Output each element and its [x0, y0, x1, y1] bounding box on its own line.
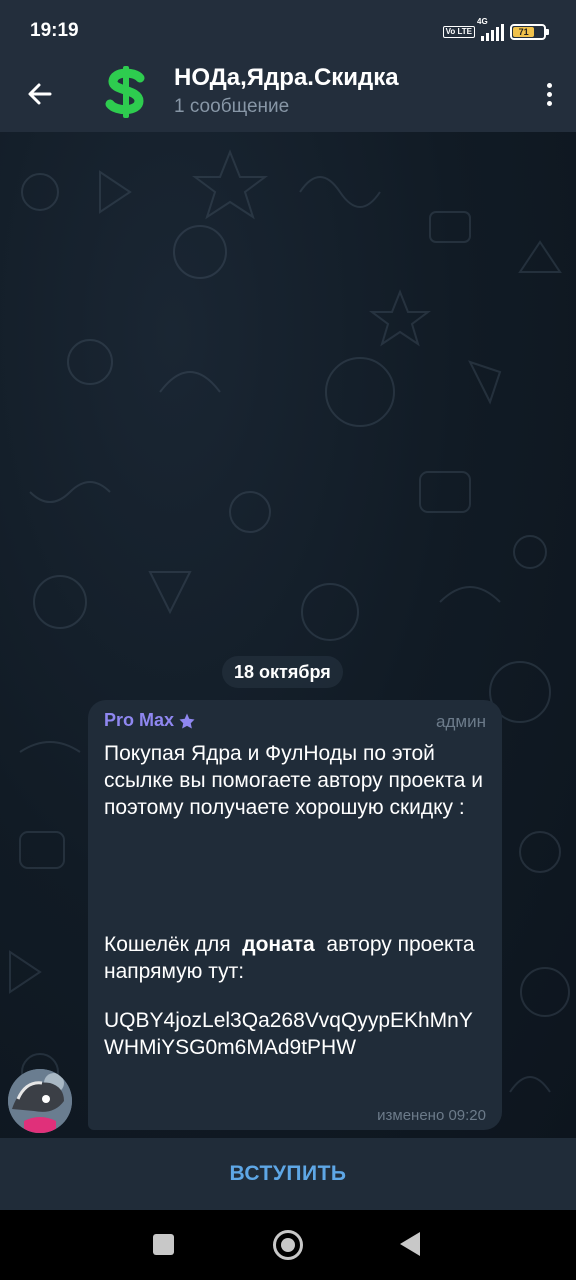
date-separator: 18 октября: [222, 656, 343, 688]
arrow-left-icon: [28, 83, 52, 105]
star-icon: [179, 713, 195, 728]
join-button[interactable]: ВСТУПИТЬ: [229, 1162, 346, 1186]
network-type: 4G: [477, 17, 488, 26]
channel-subtitle: 1 сообщение: [174, 96, 290, 117]
recents-icon[interactable]: [153, 1234, 174, 1255]
message-text: Покупая Ядра и ФулНоды по этой ссылке вы…: [104, 740, 492, 1061]
message-paragraph-2: Кошелёк для доната автору проекта напрям…: [104, 933, 475, 983]
app-bar: НОДа,Ядра.Скидка 1 сообщение: [0, 60, 576, 132]
admin-badge: админ: [436, 712, 486, 731]
volte-icon: Vo LTE: [442, 26, 475, 38]
back-icon[interactable]: [400, 1232, 420, 1256]
sender-avatar[interactable]: [8, 1069, 72, 1133]
join-bar: ВСТУПИТЬ: [0, 1138, 576, 1210]
message-sender[interactable]: Pro Max: [104, 710, 196, 731]
system-nav-bar: [0, 1210, 576, 1280]
channel-title[interactable]: НОДа,Ядра.Скидка: [174, 64, 399, 92]
edited-timestamp: изменено 09:20: [377, 1107, 486, 1124]
chat-area[interactable]: 18 октября Pro Max админ Покупая Ядра и …: [0, 132, 576, 1138]
status-time: 19:19: [30, 20, 79, 41]
battery-level: 71: [513, 27, 535, 37]
status-bar: 19:19 Vo LTE 4G 71: [0, 0, 576, 60]
wallet-address[interactable]: UQBY4jozLel3Qa268VvqQyypEKhMnYWHMiYSG0m6…: [104, 1007, 492, 1061]
dot-icon: [546, 91, 552, 97]
status-icons: Vo LTE 4G 71: [442, 17, 549, 44]
message-bubble[interactable]: Pro Max админ Покупая Ядра и ФулНоды по …: [88, 700, 502, 1130]
dollar-sign-icon: [105, 66, 145, 118]
avatar-image: [8, 1069, 72, 1133]
battery-icon: 71: [510, 24, 549, 40]
dot-icon: [546, 82, 552, 88]
channel-avatar[interactable]: [100, 66, 152, 118]
home-icon[interactable]: [273, 1230, 303, 1260]
more-menu-button[interactable]: [536, 72, 562, 116]
dot-icon: [546, 100, 552, 106]
back-button[interactable]: [18, 72, 62, 116]
signal-icon: 4G: [477, 17, 504, 41]
message-paragraph-1: Покупая Ядра и ФулНоды по этой ссылке вы…: [104, 742, 483, 819]
